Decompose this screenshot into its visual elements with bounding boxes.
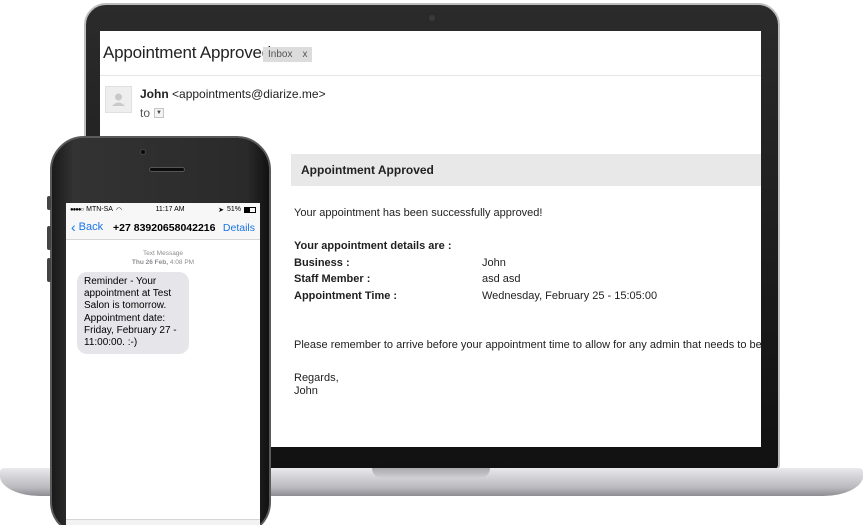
message-time: 4:08 PM	[169, 259, 195, 266]
phone-earpiece	[149, 167, 185, 172]
phone-front-camera-icon	[140, 149, 146, 155]
email-intro: Your appointment has been successfully a…	[294, 207, 543, 219]
sender-avatar-icon	[105, 86, 132, 113]
phone-volume-up-button	[47, 226, 51, 250]
back-label: Back	[78, 221, 104, 233]
carrier-name: MTN-SA	[86, 206, 113, 213]
message-type: Text Message	[142, 250, 184, 257]
sms-line: Appointment date:	[84, 312, 166, 324]
recipient-line: to ▼	[140, 106, 165, 120]
messages-nav-bar: ‹ Back +27 83920658042216 Details	[66, 216, 260, 240]
phone-volume-down-button	[47, 258, 51, 282]
detail-label-business: Business :	[294, 257, 350, 269]
detail-value-time: Wednesday, February 25 - 15:05:00	[482, 290, 658, 302]
sender-line: John <appointments@diarize.me>	[140, 87, 326, 101]
status-time: 11:17 AM	[155, 206, 185, 213]
sender-name: John	[140, 87, 169, 101]
email-signature: John	[294, 385, 318, 397]
laptop-notch	[372, 468, 490, 478]
phone-mute-switch	[47, 196, 51, 210]
sms-message-bubble[interactable]: Reminder - Your appointment at Test Salo…	[77, 272, 189, 355]
message-input-bar[interactable]	[66, 519, 260, 525]
sender-email: <appointments@diarize.me>	[172, 87, 326, 101]
email-card-title: Appointment Approved	[291, 154, 761, 186]
sms-line: 11:00:00. :-)	[84, 337, 138, 349]
details-heading: Your appointment details are :	[294, 240, 452, 252]
detail-label-time: Appointment Time :	[294, 290, 398, 302]
inbox-label[interactable]: Inbox x	[263, 47, 313, 62]
detail-value-staff: asd asd	[482, 273, 521, 285]
sms-line: appointment at Test	[84, 288, 172, 300]
back-button[interactable]: ‹ Back	[71, 219, 104, 235]
email-reminder: Please remember to arrive before your ap…	[294, 339, 761, 351]
chevron-left-icon: ‹	[71, 219, 76, 235]
contact-number: +27 83920658042216	[113, 222, 216, 234]
to-label: to	[140, 106, 151, 120]
email-subject: Appointment Approved	[103, 43, 272, 62]
sms-line: Friday, February 27 -	[84, 324, 177, 336]
sms-line: Reminder - Your	[84, 276, 157, 287]
remove-label-button[interactable]: x	[302, 49, 307, 60]
battery-percent: 51%	[226, 206, 241, 213]
signal-strength-icon: ●●●●○	[70, 206, 84, 213]
detail-label-staff: Staff Member :	[294, 273, 371, 285]
laptop-camera-icon	[429, 15, 435, 21]
header-divider	[100, 75, 761, 76]
battery-icon	[244, 206, 256, 213]
details-button[interactable]: Details	[223, 222, 255, 234]
status-bar: ●●●●○ MTN-SA ◠ 11:17 AM ➤ 51%	[66, 203, 260, 216]
location-icon: ➤	[218, 206, 224, 214]
inbox-label-text: Inbox	[268, 49, 293, 60]
wifi-icon: ◠	[115, 206, 123, 214]
message-date: Thu 26 Feb,	[131, 259, 169, 266]
sms-line: Salon is tomorrow.	[84, 300, 167, 312]
email-signoff: Regards,	[294, 372, 339, 384]
message-meta: Text Message Thu 26 Feb, 4:08 PM	[66, 249, 260, 267]
show-details-dropdown-icon[interactable]: ▼	[154, 108, 165, 118]
phone-screen: ●●●●○ MTN-SA ◠ 11:17 AM ➤ 51% ‹ Back +27…	[66, 203, 260, 525]
detail-value-business: John	[482, 257, 506, 269]
